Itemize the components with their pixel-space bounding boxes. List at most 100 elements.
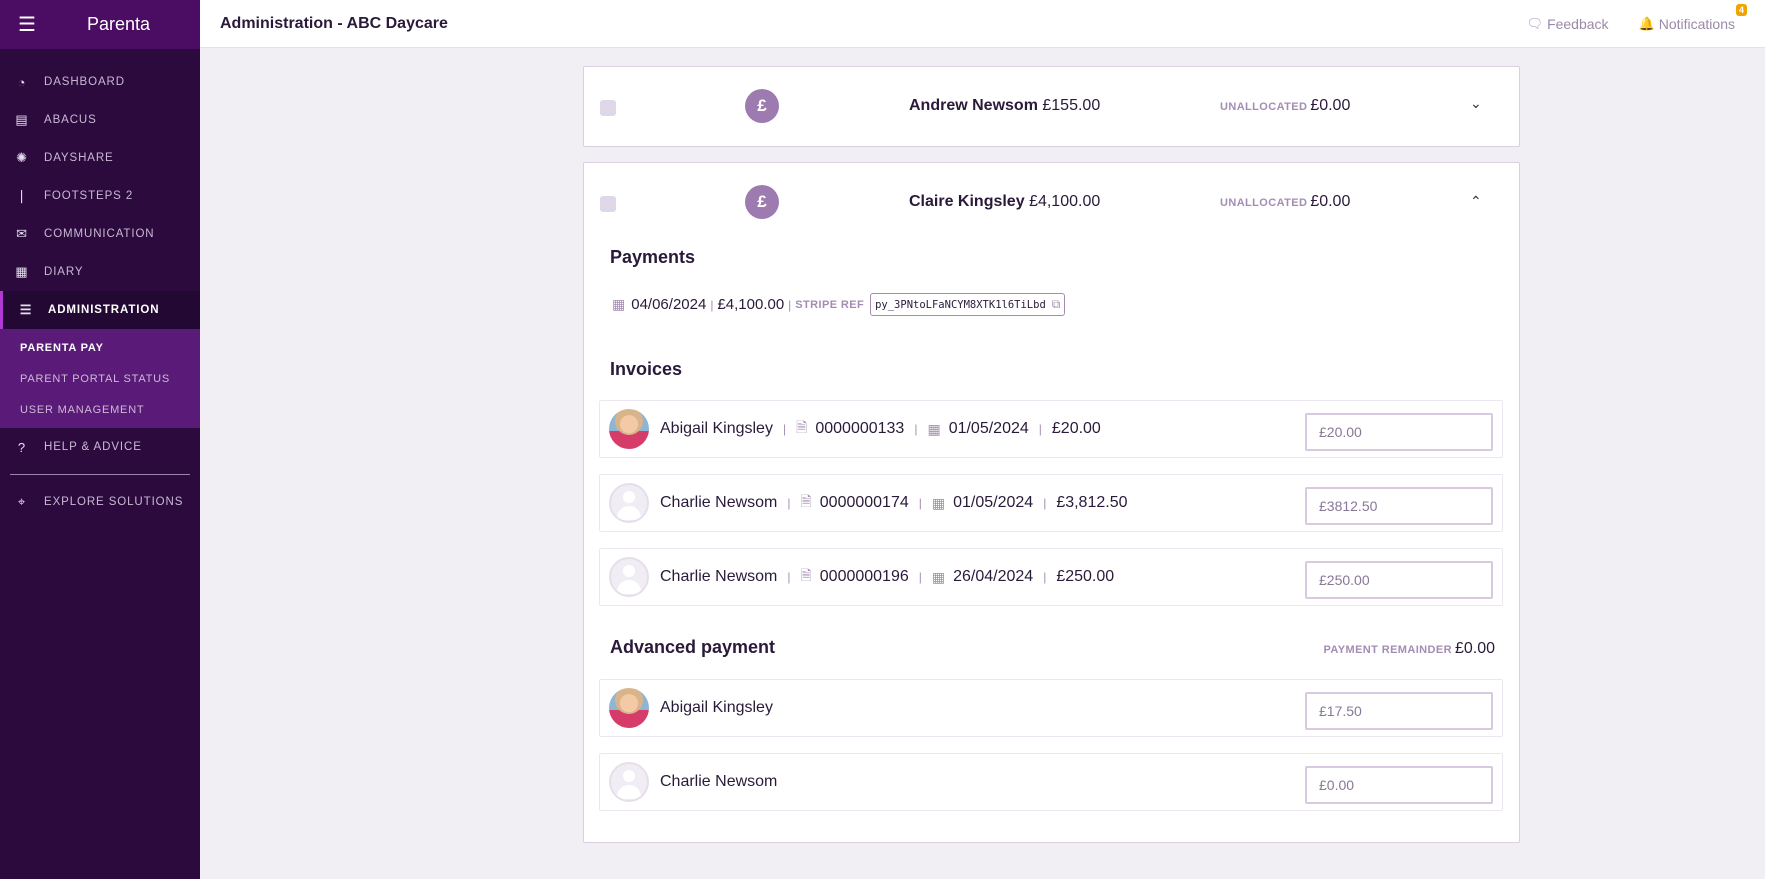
copy-icon[interactable]: ⧉ [1052, 297, 1061, 312]
invoice-amount: £3,812.50 [1056, 494, 1128, 511]
gauge-icon: ◔ [17, 74, 27, 90]
select-checkbox[interactable] [600, 196, 616, 212]
payer-summary: Claire Kingsley £4,100.00 [909, 193, 1100, 211]
sidebar-header: ☰ Parenta [0, 0, 200, 49]
file-icon: 🗎 [796, 419, 808, 435]
chevron-down-icon[interactable]: ⌄ [1470, 95, 1482, 112]
separator: | [918, 496, 922, 510]
separator: | [1043, 570, 1047, 584]
footprint-icon: ❘ [16, 188, 28, 203]
sidebar-nav: ◔ Dashboard ▤ Abacus ✺ Dayshare ❘ Footst… [0, 49, 200, 521]
sidebar-item-label: Administration [48, 304, 160, 316]
file-icon: 🗎 [800, 493, 812, 509]
payer-summary: Andrew Newsom £155.00 [909, 97, 1100, 115]
sidebar-item-abacus[interactable]: ▤ Abacus [0, 101, 200, 139]
sidebar-item-dayshare[interactable]: ✺ Dayshare [0, 139, 200, 177]
invoice-amount: £250.00 [1056, 568, 1115, 585]
sidebar-item-label: Abacus [44, 114, 97, 126]
payer-name: Claire Kingsley [909, 193, 1025, 210]
child-name: Charlie Newsom [660, 773, 778, 790]
sidebar-item-label: Help & Advice [44, 441, 142, 453]
sidebar-item-help[interactable]: ? Help & Advice [0, 428, 200, 466]
advanced-payment-row: Abigail Kingsley [599, 679, 1503, 737]
sun-icon: ✺ [16, 150, 28, 165]
sidebar-item-dashboard[interactable]: ◔ Dashboard [0, 63, 200, 101]
payment-remainder-value: £0.00 [1454, 640, 1495, 657]
invoice-amount: £20.00 [1051, 420, 1101, 437]
sidebar-item-footsteps[interactable]: ❘ Footsteps 2 [0, 177, 200, 215]
notification-count-badge: 4 [1735, 3, 1747, 16]
invoice-row: Abigail Kingsley | 🗎 0000000133 | ▦ 01/0… [599, 400, 1503, 458]
sidebar-item-label: Footsteps 2 [44, 190, 134, 202]
sidebar-item-explore[interactable]: ⌖ Explore Solutions [0, 483, 200, 521]
sidebar-item-administration[interactable]: ☰ Administration [0, 291, 200, 329]
notifications-label: Notifications [1658, 15, 1735, 32]
pound-icon: £ [745, 89, 779, 123]
bell-icon: 🔔 [1638, 15, 1655, 31]
sidebar-item-communication[interactable]: ✉ Communication [0, 215, 200, 253]
invoice-number: 0000000133 [815, 420, 905, 437]
payment-card-header: £ Andrew Newsom £155.00 UNALLOCATED £0.00… [584, 67, 1519, 145]
telescope-icon: ⌖ [17, 494, 27, 509]
advanced-payment-input[interactable] [1305, 692, 1493, 730]
separator: | [1038, 422, 1042, 436]
calendar-icon: ▦ [15, 264, 29, 279]
sidebar-item-label: Dashboard [44, 76, 125, 88]
payment-card-expanded: £ Claire Kingsley £4,100.00 UNALLOCATED £… [583, 162, 1520, 843]
stripe-ref-value: py_3PNtoLFaNCYM8XTK1l6TiLbd [875, 298, 1046, 311]
feedback-link[interactable]: 🗨 Feedback [1527, 16, 1609, 32]
hamburger-menu-icon[interactable]: ☰ [18, 12, 42, 37]
allocation-input[interactable] [1305, 561, 1493, 599]
payment-remainder-label: PAYMENT REMAINDER [1323, 644, 1452, 656]
payment-amount: £4,100.00 [717, 296, 785, 313]
administration-subnav: Parenta Pay Parent Portal Status User Ma… [0, 329, 200, 428]
calendar-icon: ▦ [612, 296, 626, 312]
separator: | [710, 297, 714, 312]
allocation-input[interactable] [1305, 413, 1493, 451]
sliders-icon: ☰ [19, 302, 33, 317]
avatar-placeholder [609, 762, 649, 802]
advanced-payment-row: Charlie Newsom [599, 753, 1503, 811]
sidebar-item-label: Diary [44, 266, 84, 278]
subnav-item-parent-portal-status[interactable]: Parent Portal Status [0, 363, 200, 394]
chevron-up-icon[interactable]: ⌃ [1470, 193, 1482, 210]
question-icon: ? [17, 439, 27, 455]
invoice-date: 01/05/2024 [948, 420, 1029, 437]
notifications-link[interactable]: 🔔 Notifications 4 [1638, 3, 1747, 32]
child-name: Abigail Kingsley [660, 420, 773, 437]
envelope-icon: ✉ [16, 226, 28, 241]
avatar [609, 688, 649, 728]
invoice-number: 0000000174 [819, 494, 909, 511]
separator: | [782, 422, 787, 436]
invoice-number: 0000000196 [819, 568, 909, 585]
separator: | [787, 570, 791, 584]
page-title: Administration - ABC Daycare [220, 14, 448, 32]
stripe-ref-label: STRIPE REF [795, 298, 865, 311]
separator: | [1043, 496, 1047, 510]
separator: | [918, 570, 922, 584]
unallocated-value: £0.00 [1310, 97, 1351, 114]
avatar-placeholder [609, 557, 649, 597]
child-name: Abigail Kingsley [660, 699, 773, 716]
calculator-icon: ▤ [15, 112, 29, 127]
separator: | [914, 422, 918, 436]
separator: | [787, 496, 791, 510]
invoice-date: 26/04/2024 [953, 568, 1034, 585]
unallocated-value: £0.00 [1310, 193, 1351, 210]
invoice-row: Charlie Newsom | 🗎 0000000174 | ▦ 01/05/… [599, 474, 1503, 532]
payment-card: £ Andrew Newsom £155.00 UNALLOCATED £0.00… [583, 66, 1520, 147]
payment-date: 04/06/2024 [631, 296, 707, 313]
topbar: Administration - ABC Daycare 🗨 Feedback … [200, 0, 1765, 48]
allocation-input[interactable] [1305, 487, 1493, 525]
subnav-item-user-management[interactable]: User Management [0, 394, 200, 425]
sidebar-divider [10, 474, 190, 475]
unallocated-summary: UNALLOCATED £0.00 [1220, 97, 1350, 115]
invoice-row: Charlie Newsom | 🗎 0000000196 | ▦ 26/04/… [599, 548, 1503, 606]
invoice-date: 01/05/2024 [953, 494, 1034, 511]
payment-remainder: PAYMENT REMAINDER £0.00 [1324, 640, 1495, 658]
advanced-payment-input[interactable] [1305, 766, 1493, 804]
child-name: Charlie Newsom [660, 494, 778, 511]
select-checkbox[interactable] [600, 100, 616, 116]
sidebar-item-diary[interactable]: ▦ Diary [0, 253, 200, 291]
subnav-item-parenta-pay[interactable]: Parenta Pay [0, 332, 200, 363]
